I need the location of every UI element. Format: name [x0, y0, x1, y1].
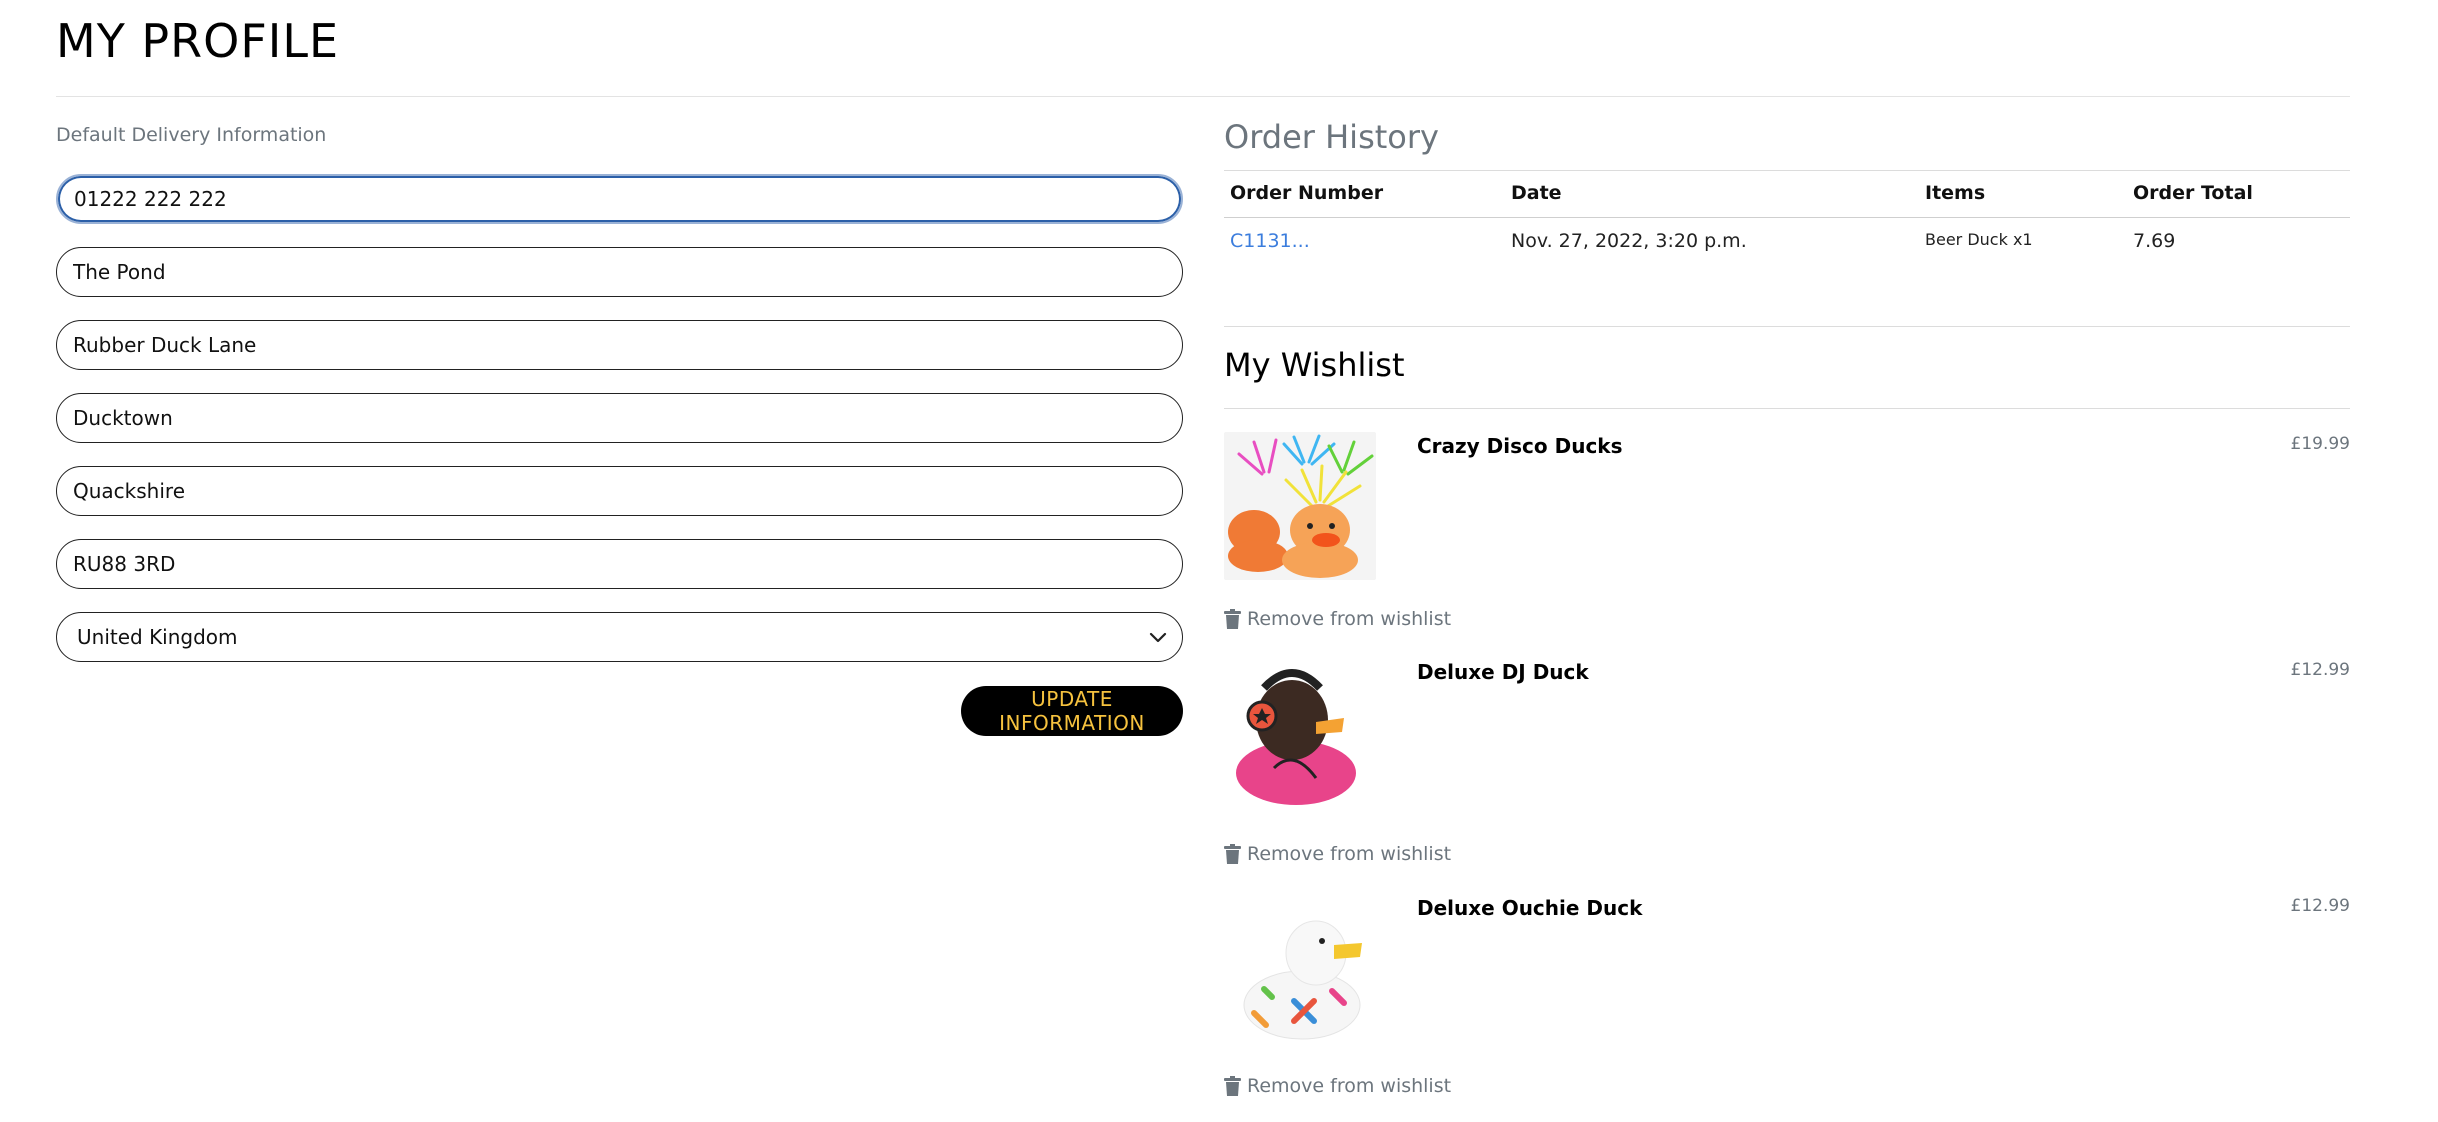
- trash-icon: [1224, 609, 1241, 629]
- wishlist-item-name[interactable]: Crazy Disco Ducks: [1417, 434, 1623, 458]
- wishlist-item-name[interactable]: Deluxe Ouchie Duck: [1417, 896, 1642, 920]
- county-input[interactable]: [56, 466, 1183, 516]
- street-address1-input[interactable]: [56, 247, 1183, 297]
- order-history-header-rule: [1224, 217, 2350, 218]
- profile-page: MY PROFILE Default Delivery Information …: [0, 0, 2438, 1122]
- page-title: MY PROFILE: [56, 14, 340, 68]
- trash-icon: [1224, 1076, 1241, 1096]
- remove-from-wishlist-link[interactable]: Remove from wishlist: [1224, 608, 1451, 630]
- order-items: Beer Duck x1: [1925, 230, 2033, 249]
- wishlist-item-price: £12.99: [2290, 660, 2350, 680]
- col-order-number: Order Number: [1230, 182, 1384, 204]
- postcode-input[interactable]: [56, 539, 1183, 589]
- order-number-link[interactable]: C1131...: [1230, 230, 1310, 252]
- header-divider: [56, 96, 2350, 97]
- order-total: 7.69: [2133, 230, 2176, 252]
- trash-icon: [1224, 844, 1241, 864]
- wishlist-item-name[interactable]: Deluxe DJ Duck: [1417, 660, 1589, 684]
- crazy-disco-ducks-image[interactable]: [1224, 432, 1376, 580]
- col-order-total: Order Total: [2133, 182, 2253, 204]
- order-history-title: Order History: [1224, 118, 1439, 156]
- phone-input[interactable]: [56, 174, 1183, 224]
- order-history-bottom-rule: [1224, 326, 2350, 327]
- deluxe-dj-duck-image[interactable]: [1224, 658, 1376, 806]
- country-select[interactable]: United Kingdom: [56, 612, 1183, 662]
- country-select-value: United Kingdom: [77, 625, 238, 649]
- remove-from-wishlist-link[interactable]: Remove from wishlist: [1224, 1075, 1451, 1097]
- deluxe-ouchie-duck-image[interactable]: [1224, 893, 1376, 1041]
- delivery-section-label: Default Delivery Information: [56, 124, 327, 146]
- remove-from-wishlist-label: Remove from wishlist: [1247, 843, 1452, 865]
- wishlist-item-price: £12.99: [2290, 896, 2350, 916]
- col-date: Date: [1511, 182, 1562, 204]
- update-information-button[interactable]: UPDATE INFORMATION: [961, 686, 1183, 736]
- remove-from-wishlist-label: Remove from wishlist: [1247, 608, 1452, 630]
- remove-from-wishlist-label: Remove from wishlist: [1247, 1075, 1452, 1097]
- wishlist-item-price: £19.99: [2290, 434, 2350, 454]
- street-address2-input[interactable]: [56, 320, 1183, 370]
- wishlist-rule: [1224, 408, 2350, 409]
- order-date: Nov. 27, 2022, 3:20 p.m.: [1511, 230, 1747, 252]
- wishlist-title: My Wishlist: [1224, 346, 1405, 384]
- remove-from-wishlist-link[interactable]: Remove from wishlist: [1224, 843, 1451, 865]
- chevron-down-icon: [1149, 632, 1167, 643]
- town-city-input[interactable]: [56, 393, 1183, 443]
- order-history-top-rule: [1224, 170, 2350, 171]
- col-items: Items: [1925, 182, 1986, 204]
